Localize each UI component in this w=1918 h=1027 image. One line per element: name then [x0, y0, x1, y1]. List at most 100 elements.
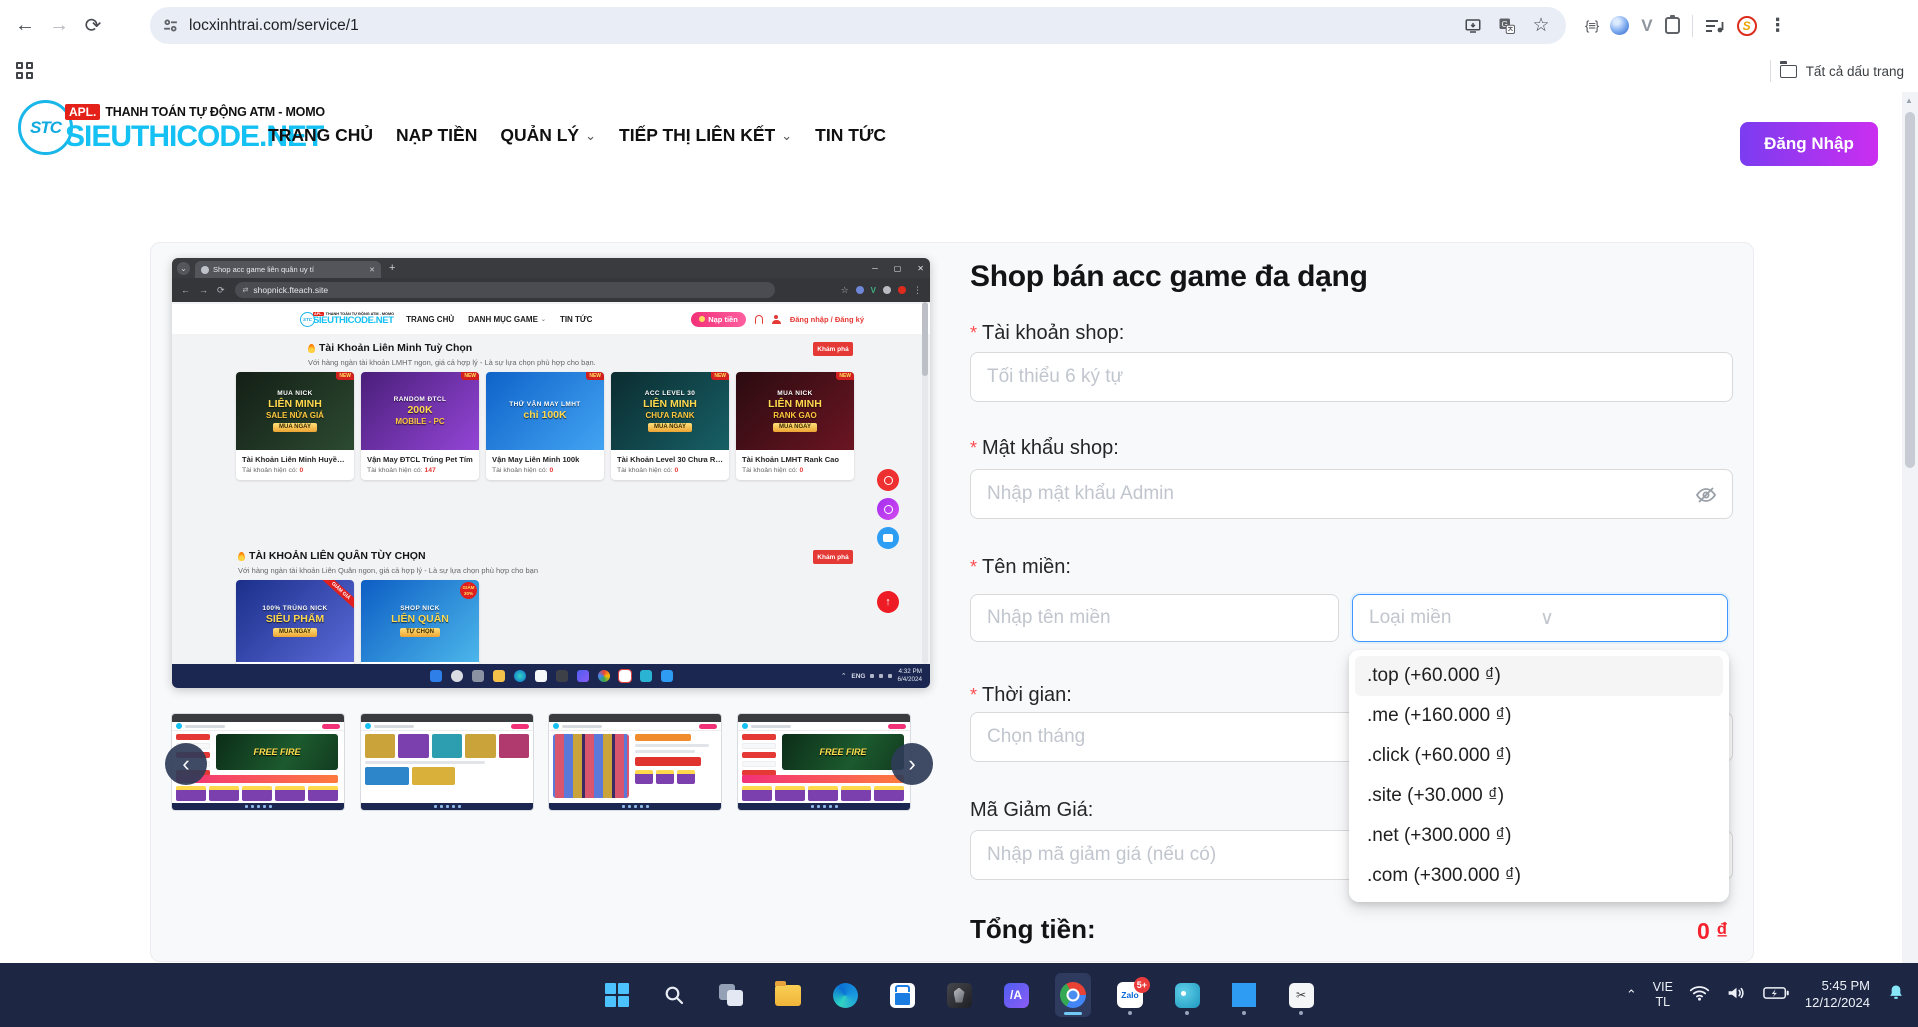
nav-label: QUẢN LÝ: [500, 125, 579, 146]
address-bar[interactable]: locxinhtrai.com/service/1 G ☆: [150, 7, 1566, 44]
chrome-icon[interactable]: [1055, 973, 1091, 1017]
idm-s-icon[interactable]: S: [1737, 16, 1757, 36]
domain-type-dropdown: .top (+60.000 ₫) .me (+160.000 ₫) .click…: [1349, 650, 1729, 902]
volume-icon[interactable]: [1726, 984, 1747, 1007]
install-app-icon[interactable]: [1460, 17, 1486, 35]
thumbnail-banner-text: FREE FIRE: [819, 747, 866, 757]
mini-product-card: GIẢM 30%SHOP NICKLIÊN QUÂNTỰ CHỌN NICK L…: [361, 580, 479, 664]
battery-icon[interactable]: [1763, 986, 1789, 1005]
site-settings-icon[interactable]: [162, 17, 179, 34]
mini-nav-news: TIN TỨC: [560, 315, 592, 324]
mini-reload-icon: ⟳: [217, 285, 225, 296]
messenger-icon: [877, 498, 899, 520]
mini-zalo-icon: [619, 670, 631, 682]
mini-auth-links: Đăng nhập / Đăng ký: [790, 315, 864, 324]
file-explorer-icon[interactable]: [770, 973, 806, 1017]
tray-overflow-chevron[interactable]: ⌃: [1626, 987, 1637, 1003]
nav-label: TIN TỨC: [815, 125, 886, 146]
mini-tab-search-icon: ⌄: [177, 262, 190, 275]
mini-vscode-icon: [661, 670, 673, 682]
flame-icon: [238, 552, 245, 561]
domain-option-com[interactable]: .com (+300.000 ₫): [1355, 856, 1723, 896]
snipping-tool-icon[interactable]: ✂: [1283, 973, 1319, 1017]
mini-tab-close-icon: ✕: [369, 266, 375, 274]
notification-bell-icon[interactable]: [1886, 983, 1906, 1008]
search-icon[interactable]: [656, 973, 692, 1017]
translate-icon[interactable]: G: [1494, 17, 1520, 35]
mini-product-card: GIẢM GIÁ100% TRÚNG NICKSIÊU PHẨMMUA NGAY…: [236, 580, 354, 664]
domain-option-net[interactable]: .net (+300.000 ₫): [1355, 816, 1723, 856]
nav-item-topup[interactable]: NẠP TIỀN: [396, 125, 477, 146]
mini-explorer-icon: [493, 670, 505, 682]
carousel-prev-button[interactable]: ‹: [165, 743, 207, 785]
zalo-badge: 5+: [1134, 977, 1150, 993]
clock[interactable]: 5:45 PM 12/12/2024: [1805, 978, 1870, 1012]
coin-icon: [699, 316, 705, 322]
apps-grid-icon[interactable]: [16, 62, 34, 80]
extension-globe-icon[interactable]: [1610, 16, 1629, 35]
wifi-icon[interactable]: [1689, 984, 1710, 1007]
domain-option-site[interactable]: .site (+30.000 ₫): [1355, 776, 1723, 816]
task-view-button[interactable]: [713, 973, 749, 1017]
mini-new-tab-icon: +: [389, 262, 395, 274]
mini-tray: ⌃ ENG 4:32 PM 6/4/2024: [841, 664, 922, 688]
mini-explore-button: Khám phá: [813, 550, 853, 564]
mini-app-icon: [577, 670, 589, 682]
zalo-icon: [877, 527, 899, 549]
domain-type-select[interactable]: Loại miền ∨: [1352, 594, 1728, 642]
zalo-icon[interactable]: Zalo5+: [1112, 973, 1148, 1017]
preview-thumbnail-2[interactable]: [360, 713, 534, 811]
reload-icon[interactable]: ⟳: [76, 8, 110, 42]
elephant-app-icon[interactable]: [1169, 973, 1205, 1017]
via-browser-icon[interactable]: /A: [998, 973, 1034, 1017]
nav-item-news[interactable]: TIN TỨC: [815, 125, 886, 146]
domain-option-top[interactable]: .top (+60.000 ₫): [1355, 656, 1723, 696]
domain-option-click[interactable]: .click (+60.000 ₫): [1355, 736, 1723, 776]
nav-item-affiliate[interactable]: TIẾP THỊ LIÊN KẾT⌄: [619, 125, 792, 146]
all-bookmarks[interactable]: Tất cả dấu trang: [1770, 60, 1904, 82]
extension-brackets-icon[interactable]: {≡}: [1585, 18, 1598, 33]
password-visibility-icon[interactable]: [1694, 483, 1718, 512]
preview-thumbnail-4[interactable]: FREE FIRE: [737, 713, 911, 811]
login-button[interactable]: Đăng Nhập: [1740, 122, 1878, 166]
domain-name-input[interactable]: [970, 594, 1339, 642]
site-header: STC APL. THANH TOÁN TỰ ĐỘNG ATM - MOMO S…: [0, 92, 1918, 178]
mini-close-icon: ✕: [917, 264, 924, 273]
mini-logo-brand: SIEUTHICODE.NET: [313, 316, 394, 326]
dark-app-icon[interactable]: [941, 973, 977, 1017]
mini-start-icon: [430, 670, 442, 682]
language-indicator[interactable]: VIE TL: [1653, 980, 1673, 1010]
mini-menu-icon: ⋮: [913, 285, 922, 296]
edge-icon[interactable]: [827, 973, 863, 1017]
account-input[interactable]: [970, 352, 1733, 402]
preview-thumbnail-3[interactable]: [548, 713, 722, 811]
microsoft-store-icon[interactable]: [884, 973, 920, 1017]
start-button[interactable]: [599, 973, 635, 1017]
mini-user-icon: [772, 315, 781, 324]
forward-icon[interactable]: →: [42, 8, 76, 42]
scrollbar-up-arrow[interactable]: ▲: [1905, 96, 1913, 105]
service-preview-screenshot[interactable]: ⌄ Shop acc game liên quân uy tí ✕ + ─ ▢ …: [172, 258, 930, 688]
mini-toolbar-icons: ☆ V ⋮: [841, 278, 922, 302]
bookmark-star-icon[interactable]: ☆: [1528, 14, 1554, 37]
page-scrollbar-thumb[interactable]: [1905, 112, 1915, 468]
mini-star-icon: ☆: [841, 285, 849, 296]
nav-item-home[interactable]: TRANG CHỦ: [268, 125, 373, 146]
account-label: * Tài khoản shop:: [970, 322, 1124, 345]
domain-option-me[interactable]: .me (+160.000 ₫): [1355, 696, 1723, 736]
carousel-next-button[interactable]: ›: [891, 743, 933, 785]
nav-item-manage[interactable]: QUẢN LÝ⌄: [500, 125, 596, 146]
mini-app-icon: [535, 670, 547, 682]
vscode-icon[interactable]: [1226, 973, 1262, 1017]
browser-menu-icon[interactable]: ⋮: [1769, 15, 1787, 36]
toolbar-divider: [1692, 15, 1693, 37]
mini-ext-icon: [856, 286, 864, 294]
extension-vue-icon[interactable]: V: [1641, 16, 1652, 36]
url-text[interactable]: locxinhtrai.com/service/1: [189, 17, 1452, 35]
mini-forward-icon: →: [199, 285, 208, 295]
back-icon[interactable]: ←: [8, 8, 42, 42]
extensions-area: {≡} V S ⋮: [1585, 7, 1787, 44]
reading-list-icon[interactable]: [1705, 18, 1725, 34]
extension-clipboard-icon[interactable]: [1665, 17, 1680, 34]
password-input[interactable]: [970, 469, 1733, 519]
